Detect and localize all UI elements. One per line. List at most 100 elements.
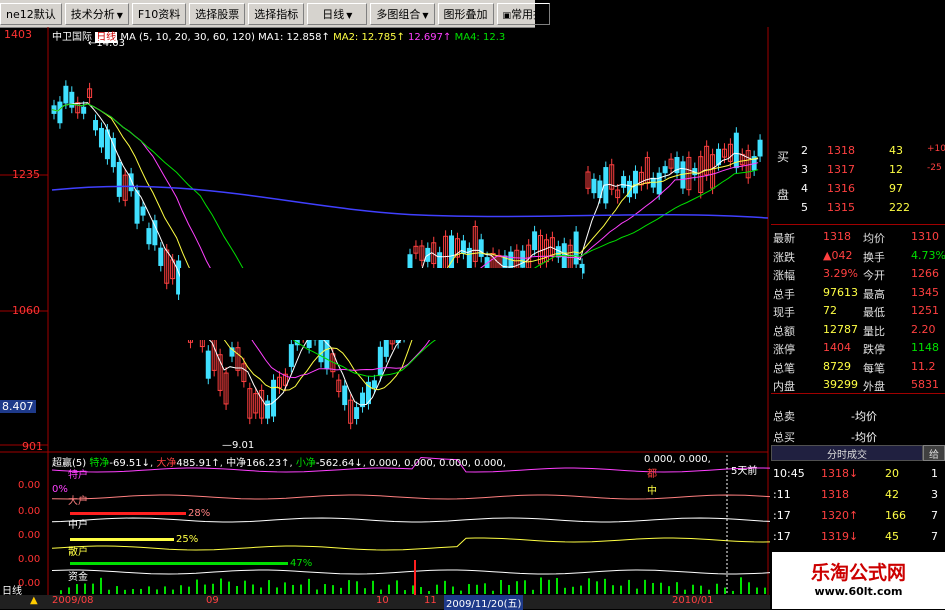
candle-body — [591, 178, 597, 194]
bid-row[interactable]: 5 1315 222 — [771, 199, 945, 217]
bid-change: +10 — [927, 144, 945, 154]
volume-bar — [380, 589, 382, 594]
line-label-small: 散户 — [68, 547, 88, 558]
tick-price: 1319↓ — [821, 530, 859, 543]
watermark: 乐淘公式网 www.60lt.com — [772, 552, 945, 609]
stat-label-2: 跌停 — [863, 343, 885, 356]
stat-label-2: 换手 — [863, 250, 885, 264]
volume-bar — [668, 586, 670, 594]
tick-volume: 20 — [885, 467, 899, 480]
kline-chart[interactable] — [0, 27, 770, 609]
total-buy-value: -均价 — [851, 431, 877, 444]
indicator-line — [51, 517, 770, 523]
folder-icon: ▣ — [502, 10, 512, 21]
legend-label: 特净 — [89, 458, 110, 469]
warning-icon[interactable]: ▲ — [30, 595, 38, 606]
stat-label: 涨停 — [773, 343, 795, 356]
bid-level: 5 — [801, 201, 808, 214]
volume-bar — [388, 584, 390, 594]
legend-label: 中净 — [226, 458, 247, 469]
volume-bar — [684, 589, 686, 594]
tick-button[interactable]: 给 — [923, 445, 945, 461]
volume-bar — [332, 585, 334, 594]
candle-body — [146, 228, 152, 245]
volume-bar — [300, 584, 302, 594]
indicator-line — [51, 494, 770, 500]
bid-volume: 12 — [889, 163, 903, 176]
toolbar-select-indicator[interactable]: 选择指标 — [248, 2, 305, 25]
legend-value: 166.23↑ — [246, 458, 290, 469]
tick-row: :11 1318 42 3 — [771, 486, 945, 504]
volume-bar — [140, 588, 142, 594]
volume-bar — [596, 581, 598, 594]
divider — [771, 224, 945, 225]
tick-header[interactable]: 分时成交 — [771, 445, 923, 461]
candle-body — [98, 127, 104, 148]
volume-bar — [116, 586, 118, 594]
pct-big: 28% — [188, 508, 211, 519]
volume-bar — [284, 582, 286, 594]
candle-body — [621, 176, 627, 188]
bid-row[interactable]: 3 1317 12 -25 — [771, 161, 945, 179]
volume-bar — [308, 578, 310, 594]
total-sell-value: -均价 — [851, 410, 877, 423]
low-marker: —9.01 — [222, 440, 255, 451]
toolbar-tech-analysis[interactable]: 技术分析 ▼ — [64, 2, 129, 25]
bid-price: 1316 — [827, 182, 855, 195]
stat-label: 总额 — [773, 324, 795, 338]
stat-value: 72 — [823, 304, 837, 317]
stat-value: 39299 — [823, 378, 858, 391]
volume-bar — [508, 584, 510, 594]
volume-bar — [676, 582, 678, 594]
bid-volume: 97 — [889, 182, 903, 195]
pct-fund: 47% — [290, 558, 313, 569]
tick-row: 10:45 1318↓ 20 1 — [771, 465, 945, 483]
candle-body — [93, 120, 99, 131]
volume-bar — [748, 582, 750, 594]
tick-price: 1318↓ — [821, 467, 859, 480]
toolbar-default[interactable]: ne12默认 — [0, 2, 62, 25]
tick-time: :11 — [773, 488, 791, 501]
volume-bar — [708, 589, 710, 594]
indicator-line — [51, 569, 770, 575]
toolbar-common[interactable]: ▣常用指 — [496, 2, 551, 25]
stock-name: 中卫国际 — [52, 32, 92, 43]
volume-bar — [356, 581, 358, 594]
tick-count: 7 — [931, 530, 938, 543]
line-label-big: 大户 — [68, 496, 88, 507]
volume-bar — [572, 586, 574, 594]
volume-bar — [436, 584, 438, 594]
date-axis: 2009/08 09 10 11 2009/11/20(五) 2010/01 ▲ — [0, 595, 770, 610]
candle-body — [140, 206, 146, 216]
sub-y-label: 0.00 — [18, 506, 41, 517]
toolbar-multi-chart[interactable]: 多图组合 ▼ — [370, 2, 435, 25]
pct-0: 0% — [52, 484, 68, 495]
candlesticks — [51, 80, 763, 430]
stat-label: 最新 — [773, 232, 795, 245]
bid-row[interactable]: 4 1316 97 — [771, 180, 945, 198]
volume-bar — [60, 590, 62, 594]
date-label: 09 — [206, 595, 219, 606]
volume-bar — [196, 579, 198, 594]
stat-value: 8729 — [823, 359, 851, 373]
stat-value-2: 1310 — [911, 230, 939, 243]
volume-bar — [588, 578, 590, 594]
five-days-label: 5天前 — [731, 466, 758, 477]
toolbar-f10[interactable]: F10资料 — [131, 2, 187, 25]
bid-row[interactable]: 2 1318 43 +10 — [771, 142, 945, 160]
sub-y-label: 0.00 — [18, 480, 41, 491]
bid-volume: 222 — [889, 201, 910, 214]
stat-value: ▲042 — [823, 248, 853, 262]
volume-bar — [636, 588, 638, 594]
ma-line — [51, 103, 759, 391]
tick-price: 1320↑ — [821, 509, 859, 522]
toolbar-period[interactable]: 日线 ▼ — [307, 2, 368, 25]
candle-body — [478, 239, 484, 257]
candle-body — [354, 407, 360, 419]
bid-change: -25 — [927, 163, 942, 173]
toolbar-select-stock[interactable]: 选择股票 — [189, 2, 246, 25]
toolbar-overlay[interactable]: 图形叠加 — [437, 2, 494, 25]
candle-body — [265, 400, 271, 419]
volume-bar — [84, 583, 86, 594]
stat-label: 内盘 — [773, 380, 795, 393]
